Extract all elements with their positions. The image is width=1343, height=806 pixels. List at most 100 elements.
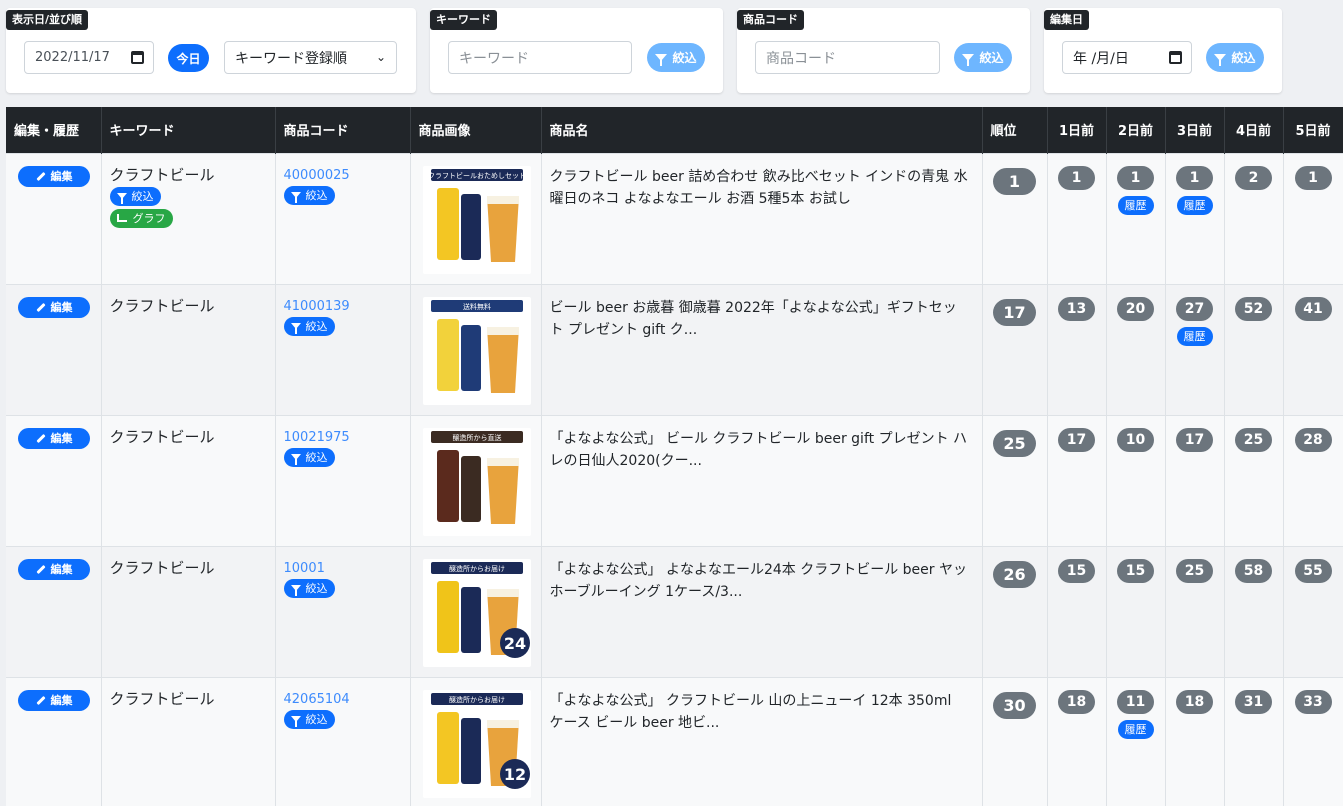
product-image-caption: 醸造所から直送 xyxy=(452,433,501,442)
day-rank-badge: 13 xyxy=(1058,296,1095,321)
history-button[interactable]: 履歴 xyxy=(1117,719,1154,739)
edit-button[interactable]: 編集 xyxy=(18,296,90,318)
edit-cell: 編集 xyxy=(6,283,102,415)
sort-order-select[interactable]: キーワード登録順 ⌄ xyxy=(224,41,397,74)
product-code-filter-chip[interactable]: 絞込 xyxy=(283,578,335,598)
edit-date-input[interactable]: 年 /月/日 xyxy=(1062,41,1192,74)
product-code-filter-chip[interactable]: 絞込 xyxy=(283,709,335,729)
keyword-tag: キーワード xyxy=(430,10,497,30)
edit-date-placeholder: 年 /月/日 xyxy=(1073,50,1129,67)
rank-cell: 30 xyxy=(982,676,1048,806)
product-image[interactable]: 醸造所からお届け 24 xyxy=(422,558,531,667)
day-rank-badge: 15 xyxy=(1117,558,1154,583)
product-image-caption: 醸造所からお届け xyxy=(449,695,505,704)
product-image-cell: クラフトビールおためしセット xyxy=(410,152,542,284)
product-name-cell: 「よなよな公式」 クラフトビール 山の上ニューイ 12本 350ml ケース ビ… xyxy=(541,676,983,806)
filter-icon xyxy=(116,193,127,204)
today-button[interactable]: 今日 xyxy=(168,44,209,72)
product-code-link[interactable]: 41000139 xyxy=(284,299,402,314)
day-3-cell: 18 xyxy=(1165,676,1225,806)
day-rank-badge: 31 xyxy=(1235,689,1272,714)
day-4-cell: 58 xyxy=(1224,545,1284,677)
header-keyword: キーワード xyxy=(101,107,276,153)
keyword-input[interactable]: キーワード xyxy=(448,41,632,74)
calendar-icon[interactable] xyxy=(131,51,144,64)
history-button[interactable]: 履歴 xyxy=(1117,195,1154,215)
keyword-cell: クラフトビール 絞込 グラフ xyxy=(101,152,276,284)
keyword-cell: クラフトビール xyxy=(101,283,276,415)
product-image-count: 12 xyxy=(503,765,525,784)
product-code-filter-chip[interactable]: 絞込 xyxy=(283,316,335,336)
product-code-placeholder: 商品コード xyxy=(766,50,836,67)
product-code-link[interactable]: 42065104 xyxy=(284,692,402,707)
sort-order-value: キーワード登録順 xyxy=(235,50,347,67)
product-name-cell: 「よなよな公式」 ビール クラフトビール beer gift プレゼント ハレの… xyxy=(541,414,983,546)
day-rank-badge: 25 xyxy=(1235,427,1272,452)
day-2-cell: 15 xyxy=(1106,545,1166,677)
day-rank-badge: 20 xyxy=(1117,296,1154,321)
pencil-icon xyxy=(35,433,46,443)
product-image[interactable]: 送料無料 xyxy=(422,296,531,405)
product-name: クラフトビール beer 詰め合わせ 飲み比べセット インドの青鬼 水曜日のネコ… xyxy=(549,168,968,207)
product-name-cell: 「よなよな公式」 よなよなエール24本 クラフトビール beer ヤッホーブルー… xyxy=(541,545,983,677)
header-day-1: 1日前 xyxy=(1047,107,1107,153)
graph-button[interactable]: グラフ xyxy=(109,208,173,228)
day-rank-badge: 11 xyxy=(1117,689,1154,714)
keyword-filter-chip-label: 絞込 xyxy=(131,190,154,203)
keyword-filter-button[interactable]: 絞込 xyxy=(647,43,705,72)
filter-icon xyxy=(290,454,301,465)
edit-cell: 編集 xyxy=(6,545,102,677)
day-rank-badge: 17 xyxy=(1176,427,1213,452)
keyword-card: キーワード キーワード 絞込 xyxy=(430,8,723,93)
edit-cell: 編集 xyxy=(6,152,102,284)
keyword-cell: クラフトビール xyxy=(101,676,276,806)
day-4-cell: 25 xyxy=(1224,414,1284,546)
edit-label: 編集 xyxy=(50,694,73,707)
product-code-filter-button[interactable]: 絞込 xyxy=(954,43,1012,72)
product-code-filter-chip[interactable]: 絞込 xyxy=(283,447,335,467)
product-code-filter-chip-label: 絞込 xyxy=(305,582,328,595)
history-button[interactable]: 履歴 xyxy=(1176,326,1213,346)
product-code-link[interactable]: 10021975 xyxy=(284,430,402,445)
product-name: 「よなよな公式」 よなよなエール24本 クラフトビール beer ヤッホーブルー… xyxy=(549,561,967,600)
product-code-cell: 41000139 絞込 xyxy=(275,283,411,415)
edit-label: 編集 xyxy=(50,301,73,314)
product-image-caption: クラフトビールおためしセット xyxy=(428,171,526,180)
product-code-link[interactable]: 10001 xyxy=(284,561,402,576)
product-image[interactable]: 醸造所からお届け 12 xyxy=(422,689,531,798)
history-button[interactable]: 履歴 xyxy=(1176,195,1213,215)
table-header-row: 編集・履歴 キーワード 商品コード 商品画像 商品名 順位 1日前 2日前 3日… xyxy=(6,107,1343,153)
product-code-link[interactable]: 40000025 xyxy=(284,168,402,183)
day-rank-badge: 1 xyxy=(1117,165,1154,190)
product-code-filter-chip[interactable]: 絞込 xyxy=(283,185,335,205)
day-rank-badge: 25 xyxy=(1176,558,1213,583)
display-date-value: 2022/11/17 xyxy=(35,50,110,65)
day-5-cell: 28 xyxy=(1283,414,1343,546)
day-4-cell: 52 xyxy=(1224,283,1284,415)
product-code-input[interactable]: 商品コード xyxy=(755,41,940,74)
day-rank-badge: 18 xyxy=(1058,689,1095,714)
table-row: 編集 クラフトビール 10021975 絞込 醸造所から直送 「よなよな公式」 ビール ク… xyxy=(6,414,1343,546)
day-rank-badge: 18 xyxy=(1176,689,1213,714)
keyword-filter-label: 絞込 xyxy=(672,51,697,65)
date-sort-tag: 表示日/並び順 xyxy=(6,10,89,30)
edit-date-filter-button[interactable]: 絞込 xyxy=(1206,43,1264,72)
calendar-icon[interactable] xyxy=(1169,51,1182,64)
keyword-cell: クラフトビール xyxy=(101,545,276,677)
product-image[interactable]: クラフトビールおためしセット xyxy=(422,165,531,274)
filter-icon xyxy=(962,54,975,66)
keyword-filter-chip[interactable]: 絞込 xyxy=(109,186,161,206)
edit-button[interactable]: 編集 xyxy=(18,689,90,711)
day-rank-badge: 1 xyxy=(1294,165,1332,190)
product-image-caption: 醸造所からお届け xyxy=(449,564,505,573)
edit-button[interactable]: 編集 xyxy=(18,558,90,580)
edit-button[interactable]: 編集 xyxy=(18,427,90,449)
product-image[interactable]: 醸造所から直送 xyxy=(422,427,531,536)
day-4-cell: 31 xyxy=(1224,676,1284,806)
keyword-text: クラフトビール xyxy=(109,558,215,577)
pencil-icon xyxy=(35,695,46,705)
display-date-input[interactable]: 2022/11/17 xyxy=(24,41,154,74)
product-code-filter-chip-label: 絞込 xyxy=(305,189,328,202)
edit-button[interactable]: 編集 xyxy=(18,165,90,187)
day-5-cell: 33 xyxy=(1283,676,1343,806)
